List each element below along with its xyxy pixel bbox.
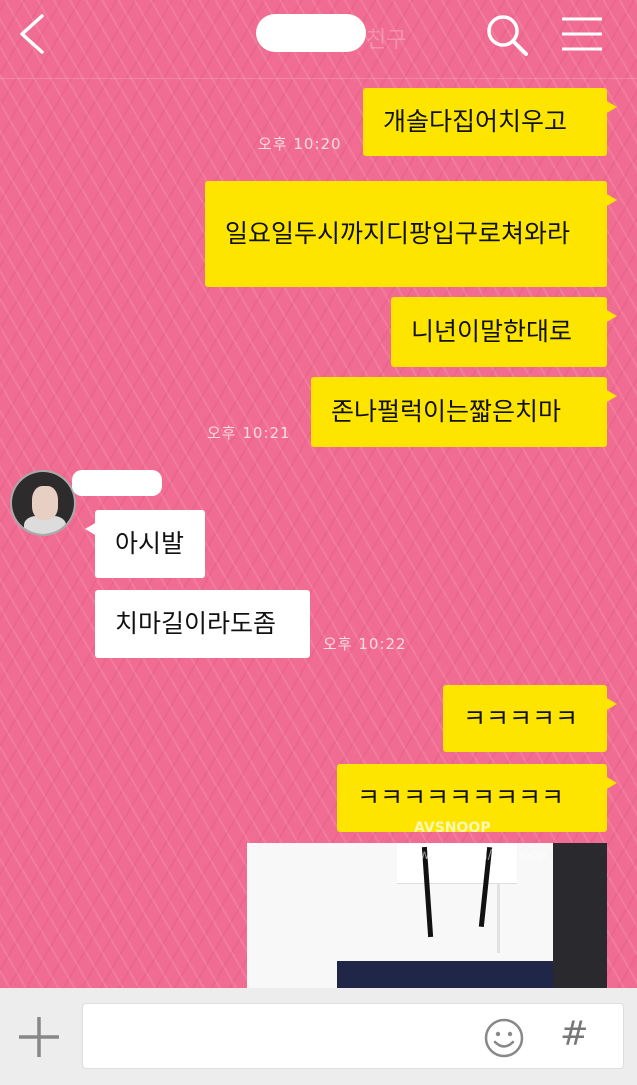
chat-title: 친구 [366,28,407,53]
composer-bar: # [0,988,637,1085]
message-bubble-sent[interactable]: 니년이말한대로 [391,297,617,367]
plus-icon [19,1017,59,1057]
message-bubble-sent[interactable]: 개솔다집어치우고 [363,88,617,156]
hamburger-menu-icon [562,17,602,51]
add-attachment-button[interactable] [16,1014,62,1060]
message-bubble-sent[interactable]: 존나펄럭이는짧은치마 [311,377,617,447]
chat-header: 친구 [0,0,637,79]
avatar[interactable] [10,470,76,536]
menu-button[interactable] [558,12,606,58]
message-timestamp: 오후 10:21 [207,424,291,442]
hash-button[interactable]: # [560,1014,589,1054]
watermark-url: twitter.com/avsnoop [414,848,547,863]
message-bubble-sent[interactable]: ㅋㅋㅋㅋㅋ [443,685,617,752]
photo-message[interactable] [247,843,607,988]
smiley-icon [484,1018,524,1058]
chat-title-redacted [256,14,366,52]
back-button[interactable] [14,14,54,54]
message-bubble-received[interactable]: 치마길이라도좀 [95,590,310,658]
search-button[interactable] [484,12,530,58]
message-timestamp: 오후 10:22 [323,635,407,653]
watermark-brand: AVSNOOP [414,820,491,836]
message-input[interactable] [82,1003,624,1069]
emoji-button[interactable] [482,1016,526,1060]
search-icon [487,15,528,56]
hash-icon: # [560,1014,589,1054]
message-bubble-received[interactable]: 아시발 [85,510,205,578]
chevron-left-icon [20,14,44,54]
message-bubble-sent[interactable]: 일요일두시까지디팡입구로쳐와라 [205,181,617,287]
sender-name-redacted [72,470,162,496]
message-timestamp: 오후 10:20 [258,135,342,153]
